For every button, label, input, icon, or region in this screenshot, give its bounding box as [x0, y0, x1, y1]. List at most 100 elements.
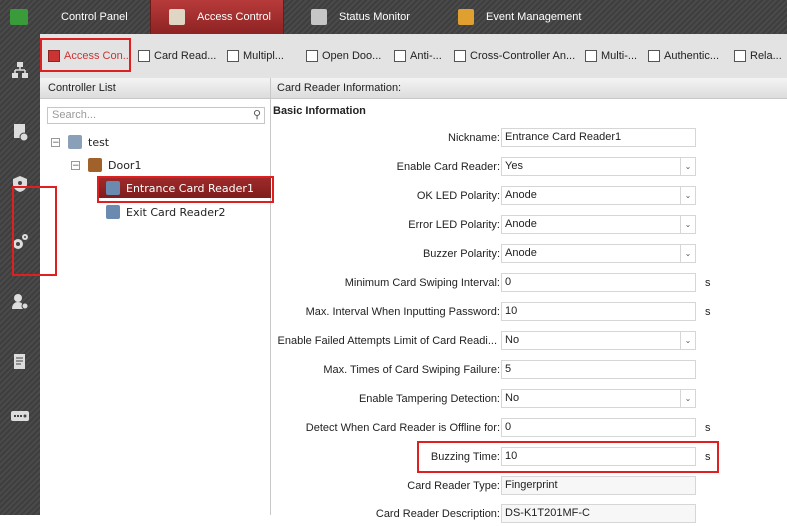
field-label: Nickname:: [448, 132, 500, 144]
tab-event-management[interactable]: Event Management: [440, 0, 610, 34]
toolbar-multi-door-label: Multi-...: [601, 50, 638, 62]
card-reader-info-header: Card Reader Information:: [271, 78, 787, 99]
top-navigation-bar: Control Panel Access Control Status Moni…: [0, 0, 787, 34]
toolbar-card-reader[interactable]: Card Read...: [138, 45, 216, 67]
select-value: No: [505, 392, 520, 404]
controller-list-header: Controller List: [40, 78, 271, 99]
tree-node-test[interactable]: − test: [51, 132, 109, 152]
tree-node-door1[interactable]: − Door1: [71, 155, 141, 175]
field-label: Enable Tampering Detection:: [358, 393, 500, 405]
select-value: Anode: [505, 189, 537, 201]
field-label: Error LED Polarity:: [408, 219, 500, 231]
chevron-down-icon[interactable]: ⌄: [680, 158, 695, 175]
highlight-buzzing-time: [417, 441, 719, 473]
field-ok-led-polarity: OK LED Polarity: Anode ⌄: [271, 186, 787, 208]
tab-control-panel-label: Control Panel: [61, 11, 128, 23]
toolbar-open-door[interactable]: Open Doo...: [306, 45, 381, 67]
search-placeholder: Search...: [52, 109, 97, 121]
door-icon: [88, 158, 102, 172]
select-value: Anode: [505, 218, 537, 230]
controller-device-icon: [68, 135, 82, 149]
field-min-swipe-interval: Minimum Card Swiping Interval: 0 s: [271, 273, 787, 295]
access-control-toolbar: Access Con... Card Read... Multipl... Op…: [40, 34, 787, 79]
card-reader-description-input[interactable]: DS-K1T201MF-C: [501, 504, 696, 523]
toolbar-relay-label: Rela...: [750, 50, 782, 62]
select-value: Yes: [505, 160, 523, 172]
toolbar-relay[interactable]: Rela...: [734, 45, 782, 67]
anti-passback-icon: [394, 50, 406, 62]
chevron-down-icon[interactable]: ⌄: [680, 332, 695, 349]
toolbar-authentication[interactable]: Authentic...: [648, 45, 719, 67]
device-tree-icon[interactable]: [10, 60, 30, 80]
collapse-toggle-icon[interactable]: −: [51, 137, 60, 147]
toolbar-multiple-label: Multipl...: [243, 50, 284, 62]
tab-status-monitor-label: Status Monitor: [339, 11, 410, 23]
field-tampering-detection: Enable Tampering Detection: No ⌄: [271, 389, 787, 411]
field-label: Max. Interval When Inputting Password:: [305, 306, 500, 318]
select-value: Anode: [505, 247, 537, 259]
toolbar-open-door-label: Open Doo...: [322, 50, 382, 62]
buzzer-polarity-select[interactable]: Anode ⌄: [501, 244, 696, 263]
field-error-led-polarity: Error LED Polarity: Anode ⌄: [271, 215, 787, 237]
field-label: Card Reader Description:: [375, 508, 500, 520]
keypad-icon[interactable]: [10, 406, 30, 426]
tab-status-monitor[interactable]: Status Monitor: [295, 0, 435, 34]
door-icon: [169, 9, 185, 25]
multi-door-icon: [585, 50, 597, 62]
toolbar-cross-controller-label: Cross-Controller An...: [470, 50, 576, 62]
controller-list-panel: Search... ⚲ − test − Door1 Entrance Card…: [40, 99, 271, 515]
chevron-down-icon[interactable]: ⌄: [680, 187, 695, 204]
nickname-input[interactable]: Entrance Card Reader1: [501, 128, 696, 147]
person-card-icon[interactable]: [10, 122, 30, 142]
chevron-down-icon[interactable]: ⌄: [680, 390, 695, 407]
field-label: Enable Failed Attempts Limit of Card Rea…: [277, 335, 498, 347]
tab-control-panel[interactable]: Control Panel: [50, 0, 142, 34]
field-label: Card Reader Type:: [407, 480, 500, 492]
select-value: No: [505, 334, 520, 346]
chevron-down-icon[interactable]: ⌄: [680, 245, 695, 262]
toolbar-multiple[interactable]: Multipl...: [227, 45, 284, 67]
ok-led-polarity-select[interactable]: Anode ⌄: [501, 186, 696, 205]
unit-label: s: [705, 277, 711, 289]
authentication-icon: [648, 50, 660, 62]
relay-icon: [734, 50, 746, 62]
toolbar-anti-passback[interactable]: Anti-...: [394, 45, 442, 67]
card-reader-type-input[interactable]: Fingerprint: [501, 476, 696, 495]
error-led-polarity-select[interactable]: Anode ⌄: [501, 215, 696, 234]
failed-attempts-limit-select[interactable]: No ⌄: [501, 331, 696, 350]
field-label: Enable Card Reader:: [396, 161, 500, 173]
unit-label: s: [705, 306, 711, 318]
toolbar-cross-controller[interactable]: Cross-Controller An...: [454, 45, 575, 67]
tree-label-exit-card-reader: Exit Card Reader2: [126, 205, 226, 219]
open-door-icon: [306, 50, 318, 62]
tab-access-control[interactable]: Access Control: [150, 0, 284, 34]
card-reader-icon: [138, 50, 150, 62]
max-password-interval-input[interactable]: 10: [501, 302, 696, 321]
toolbar-card-reader-label: Card Read...: [154, 50, 217, 62]
basic-information-title: Basic Information: [273, 105, 366, 117]
card-reader-icon: [106, 205, 120, 219]
tampering-detection-select[interactable]: No ⌄: [501, 389, 696, 408]
document-search-icon[interactable]: [10, 352, 30, 372]
offline-detection-input[interactable]: 0: [501, 418, 696, 437]
min-swipe-interval-input[interactable]: 0: [501, 273, 696, 292]
collapse-toggle-icon[interactable]: −: [71, 160, 80, 170]
search-input[interactable]: Search...: [47, 107, 265, 124]
field-label: Minimum Card Swiping Interval:: [344, 277, 500, 289]
toolbar-multi-door[interactable]: Multi-...: [585, 45, 637, 67]
field-card-reader-type: Card Reader Type: Fingerprint: [271, 476, 787, 498]
monitor-icon: [311, 9, 327, 25]
max-swipe-failure-input[interactable]: 5: [501, 360, 696, 379]
highlight-entrance-reader: [97, 176, 274, 203]
enable-card-reader-select[interactable]: Yes ⌄: [501, 157, 696, 176]
tab-event-management-label: Event Management: [486, 11, 582, 23]
card-reader-info-title: Card Reader Information:: [277, 82, 402, 94]
chevron-down-icon[interactable]: ⌄: [680, 216, 695, 233]
highlight-settings-icon: [12, 186, 57, 276]
multiple-icon: [227, 50, 239, 62]
user-status-icon[interactable]: [10, 292, 30, 312]
app-logo-icon: [10, 9, 28, 25]
tree-node-exit-card-reader[interactable]: Exit Card Reader2: [106, 202, 225, 222]
search-icon[interactable]: ⚲: [250, 108, 264, 123]
field-max-password-interval: Max. Interval When Inputting Password: 1…: [271, 302, 787, 324]
